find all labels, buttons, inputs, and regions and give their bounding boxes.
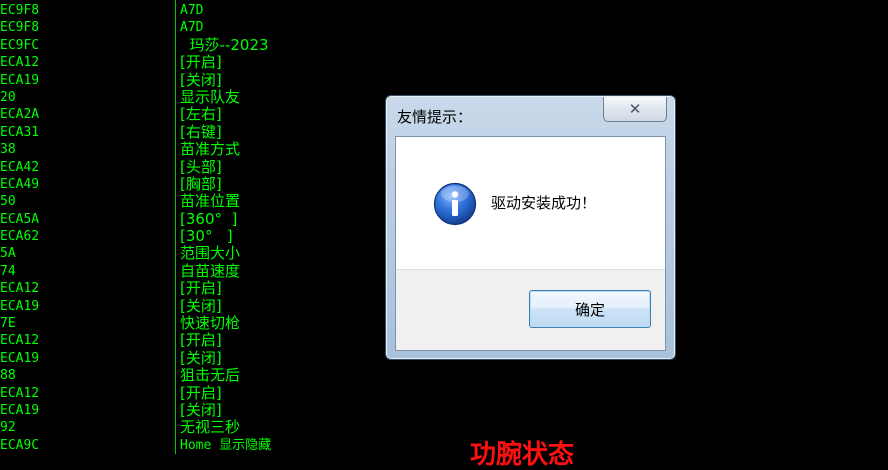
console-menu-column: A7D A7D 玛莎--2023 [开启] [关闭] 显示队友 [左右] [右键] 苗准方式[… xyxy=(180,2,380,454)
address-line: ECA19 xyxy=(0,72,40,88)
console-address-column: EC9F8 EC9F8 EC9FC ECA12 ECA19 20 ECA2A ECA31 38 E… xyxy=(0,2,170,454)
address-line: 88 xyxy=(0,368,16,384)
address-line: 5A xyxy=(0,246,16,262)
menu-line: Home 显示隐藏 xyxy=(180,437,272,453)
address-line: ECA31 xyxy=(0,124,40,140)
address-line: ECA9C xyxy=(0,437,40,453)
menu-line: 苗准方式 xyxy=(180,141,241,159)
menu-line: [开启] xyxy=(180,280,222,298)
menu-line: [头部] xyxy=(180,158,222,176)
address-line: ECA12 xyxy=(0,55,40,71)
dialog-title: 友情提示： xyxy=(397,108,473,126)
dialog-content: 驱动安装成功！ 确定 xyxy=(395,136,666,351)
menu-line: [关闭] xyxy=(180,297,222,315)
menu-line: [开启] xyxy=(180,332,222,350)
address-line: 7E xyxy=(0,316,16,332)
menu-line: [右键] xyxy=(180,123,222,141)
menu-line: 苗准位置 xyxy=(180,193,241,211)
menu-line: [开启] xyxy=(180,54,222,72)
address-line: ECA49 xyxy=(0,176,40,192)
address-line: ECA42 xyxy=(0,159,40,175)
menu-line: 狙击无后 xyxy=(180,367,241,385)
address-line: EC9F8 xyxy=(0,20,40,36)
dialog-message: 驱动安装成功！ xyxy=(491,194,597,212)
menu-line: [360° ] xyxy=(180,210,238,228)
address-line: ECA12 xyxy=(0,281,40,297)
menu-line: [关闭] xyxy=(180,401,222,419)
address-line: ECA19 xyxy=(0,402,40,418)
address-line: 50 xyxy=(0,194,16,210)
status-text-red: 功腕状态 xyxy=(470,440,575,470)
message-dialog: 友情提示： ✕ 驱动安装成功！ 确定 xyxy=(385,95,676,360)
close-icon: ✕ xyxy=(628,100,642,118)
menu-line: 自苗速度 xyxy=(180,262,241,280)
menu-line: [胸部] xyxy=(180,175,222,193)
address-line: ECA19 xyxy=(0,350,40,366)
column-divider xyxy=(175,0,176,454)
ok-button[interactable]: 确定 xyxy=(529,290,651,328)
menu-line: 玛莎--2023 xyxy=(180,36,269,54)
address-line: ECA5A xyxy=(0,211,40,227)
address-line: ECA19 xyxy=(0,298,40,314)
menu-line: A7D xyxy=(180,20,204,36)
address-line: 38 xyxy=(0,142,16,158)
menu-line: 快速切枪 xyxy=(180,315,241,333)
menu-line: [关闭] xyxy=(180,71,222,89)
address-line: ECA12 xyxy=(0,333,40,349)
address-line: ECA2A xyxy=(0,107,40,123)
menu-line: 无视三秒 xyxy=(180,419,241,437)
address-line: ECA62 xyxy=(0,229,40,245)
menu-line: [开启] xyxy=(180,384,222,402)
address-line: ECA12 xyxy=(0,385,40,401)
close-button[interactable]: ✕ xyxy=(603,97,667,122)
menu-line: [关闭] xyxy=(180,349,222,367)
menu-line: 范围大小 xyxy=(180,245,241,263)
address-line: EC9F8 xyxy=(0,3,40,18)
address-line: 74 xyxy=(0,263,16,279)
address-line: 92 xyxy=(0,420,16,436)
address-line: EC9FC xyxy=(0,37,40,53)
menu-line: A7D xyxy=(180,3,204,18)
address-line: 20 xyxy=(0,89,16,105)
menu-line: [左右] xyxy=(180,106,222,124)
menu-line: [30° ] xyxy=(180,228,233,246)
menu-line: 显示队友 xyxy=(180,88,241,106)
info-icon xyxy=(433,182,477,226)
